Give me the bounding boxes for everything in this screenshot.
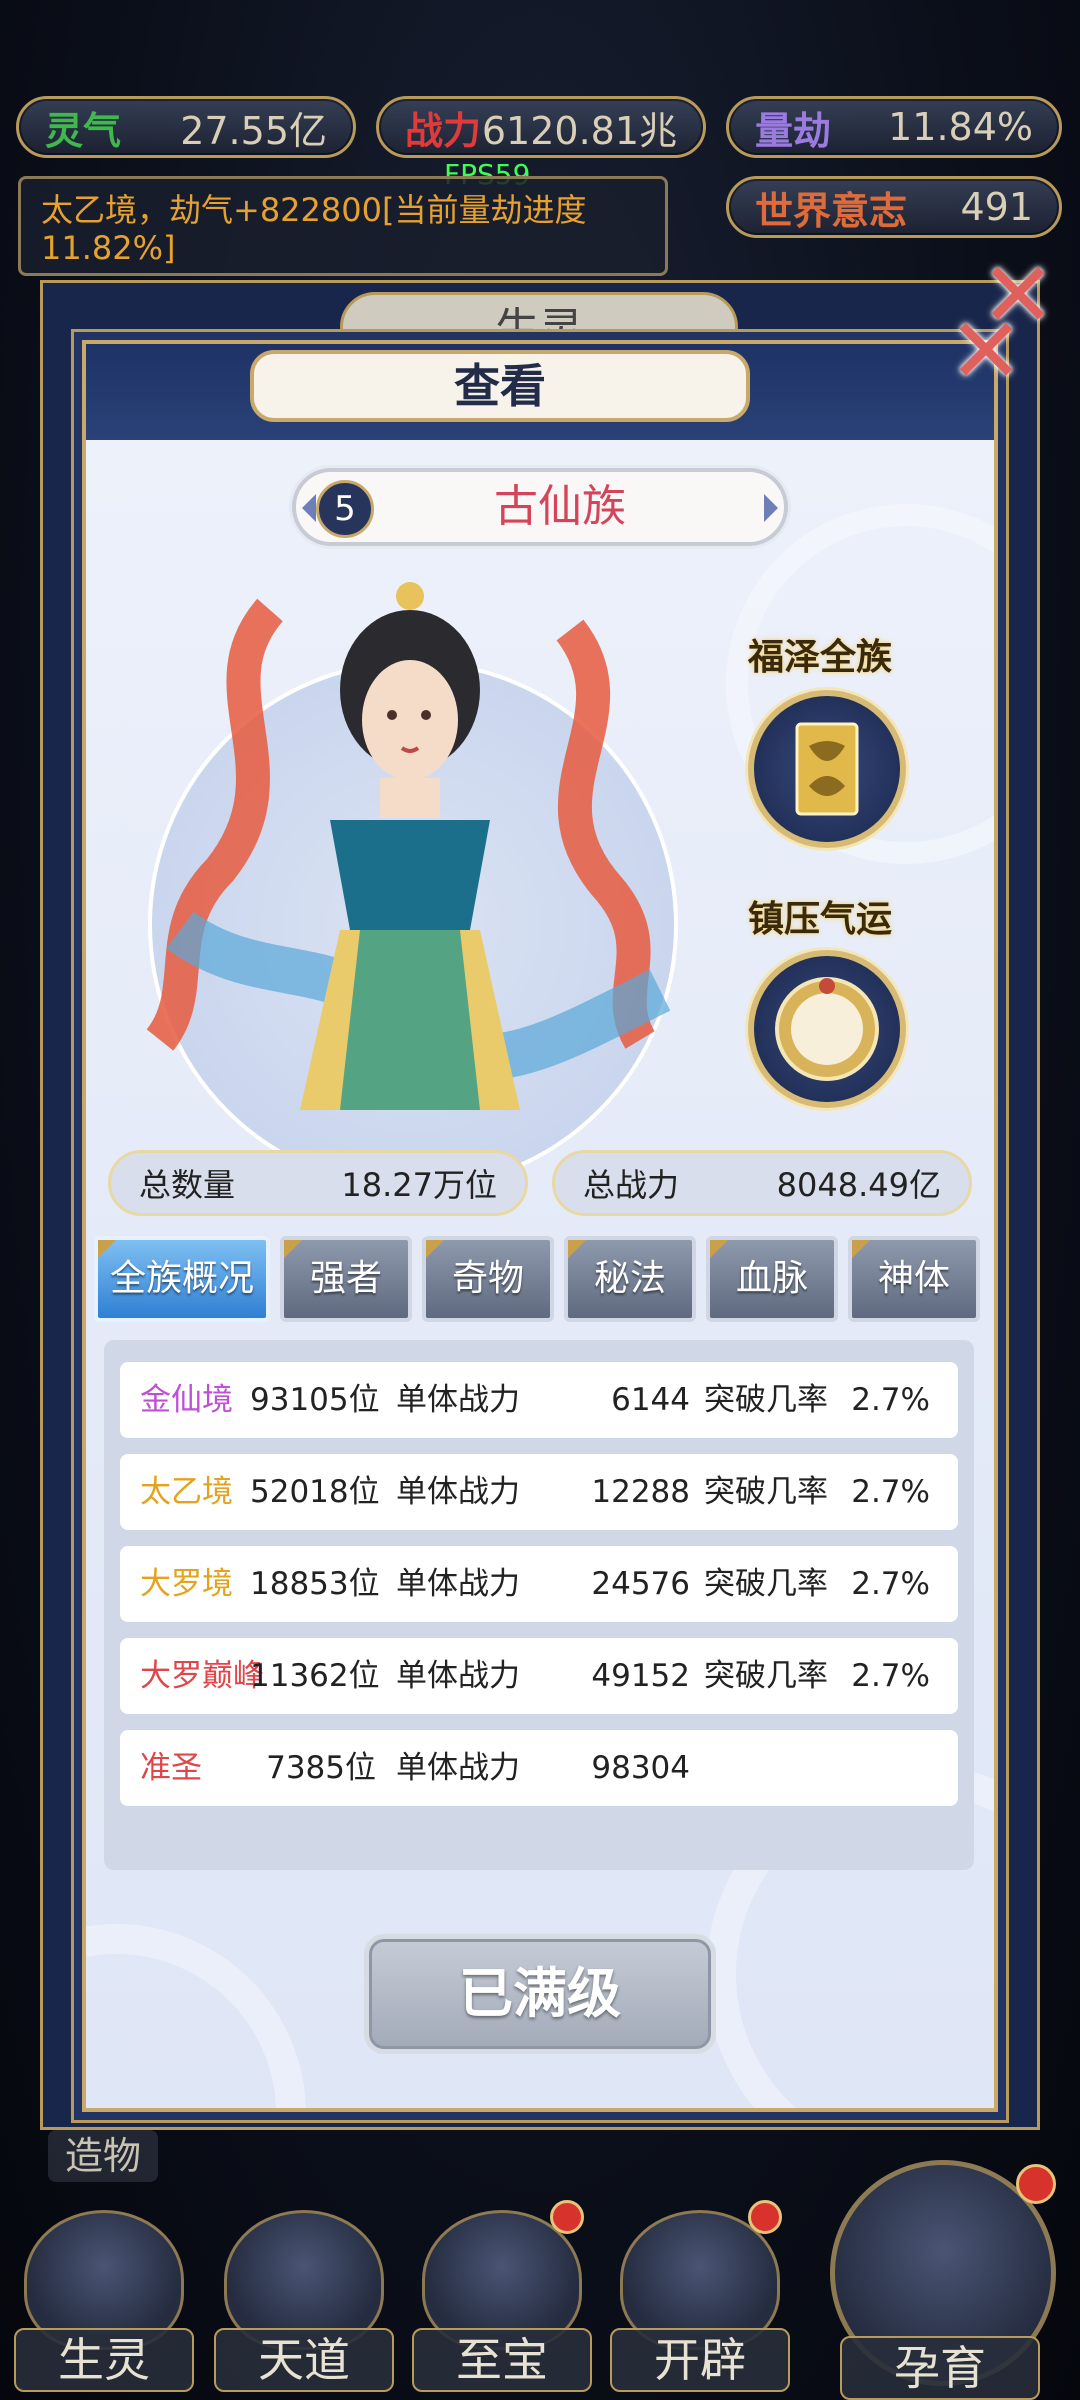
lingqi-stat[interactable]: 灵气 27.55亿 bbox=[16, 96, 356, 158]
buff-label-blessing: 福泽全族 bbox=[748, 636, 893, 678]
prev-arrow-icon[interactable] bbox=[302, 494, 316, 522]
total-power: 总战力 8048.49亿 bbox=[552, 1150, 972, 1216]
nav-label: 孕育 bbox=[840, 2336, 1040, 2400]
shijie-stat[interactable]: 世界意志 491 bbox=[726, 176, 1062, 238]
total-power-value: 8048.49亿 bbox=[776, 1166, 941, 1204]
shijie-label: 世界意志 bbox=[755, 187, 908, 233]
notification-dot bbox=[1016, 2164, 1056, 2204]
table-row: 准圣 7385位 单体战力 98304 bbox=[120, 1730, 958, 1806]
close-dialog-icon[interactable]: ✕ bbox=[940, 306, 1032, 398]
golden-mirror-icon[interactable] bbox=[748, 950, 906, 1108]
dialog-title: 查看 bbox=[250, 350, 750, 422]
total-count: 总数量 18.27万位 bbox=[108, 1150, 528, 1216]
race-number-badge: 5 bbox=[316, 480, 374, 538]
power-value: 49152 bbox=[591, 1658, 690, 1694]
breakthrough-rate: 2.7% bbox=[851, 1382, 930, 1418]
total-power-label: 总战力 bbox=[583, 1166, 680, 1204]
nav-label: 天道 bbox=[214, 2328, 394, 2392]
tab-wonders[interactable]: 奇物 bbox=[422, 1236, 554, 1322]
tab-strongest[interactable]: 强者 bbox=[280, 1236, 412, 1322]
breakthrough-label: 突破几率 bbox=[704, 1474, 828, 1510]
max-level-button[interactable]: 已满级 bbox=[364, 1934, 716, 2054]
cloud-swirl-decoration bbox=[86, 1924, 306, 2108]
nav-tiandao[interactable]: 天道 bbox=[214, 2200, 394, 2400]
nav-kaipi[interactable]: 开辟 bbox=[610, 2200, 790, 2400]
realm-count: 93105位 bbox=[250, 1382, 380, 1418]
liangjie-label: 量劫 bbox=[755, 107, 832, 153]
realm-count: 18853位 bbox=[250, 1566, 380, 1602]
tab-bloodline[interactable]: 血脉 bbox=[706, 1236, 838, 1322]
realm-name: 准圣 bbox=[140, 1750, 202, 1786]
creation-label[interactable]: 造物 bbox=[48, 2130, 158, 2182]
tab-overview[interactable]: 全族概况 bbox=[94, 1236, 270, 1322]
table-row: 大罗巅峰 11362位 单体战力 49152 突破几率 2.7% bbox=[120, 1638, 958, 1714]
nav-label: 生灵 bbox=[14, 2328, 194, 2392]
zhanli-stat[interactable]: 战力 6120.81兆 bbox=[376, 96, 706, 158]
nav-label: 至宝 bbox=[412, 2328, 592, 2392]
liangjie-stat[interactable]: 量劫 11.84% bbox=[726, 96, 1062, 158]
power-value: 24576 bbox=[591, 1566, 690, 1602]
realm-name: 太乙境 bbox=[140, 1474, 233, 1510]
power-label: 单体战力 bbox=[396, 1750, 520, 1786]
power-label: 单体战力 bbox=[396, 1382, 520, 1418]
power-value: 98304 bbox=[591, 1750, 690, 1786]
breakthrough-rate: 2.7% bbox=[851, 1474, 930, 1510]
realm-count: 7385位 bbox=[266, 1750, 376, 1786]
breakthrough-rate: 2.7% bbox=[851, 1566, 930, 1602]
breakthrough-label: 突破几率 bbox=[704, 1382, 828, 1418]
shijie-value: 491 bbox=[960, 185, 1033, 229]
power-value: 6144 bbox=[611, 1382, 690, 1418]
golden-book-icon-art bbox=[795, 722, 859, 816]
liangjie-value: 11.84% bbox=[888, 105, 1033, 149]
tribulation-notice: 太乙境，劫气+822800[当前量劫进度11.82%] bbox=[18, 176, 668, 276]
next-arrow-icon[interactable] bbox=[764, 494, 778, 522]
nav-shengling[interactable]: 生灵 bbox=[14, 2200, 194, 2400]
golden-book-icon[interactable] bbox=[748, 690, 906, 848]
realm-name: 金仙境 bbox=[140, 1382, 233, 1418]
realm-count: 52018位 bbox=[250, 1474, 380, 1510]
nav-yunyu[interactable]: 孕育 bbox=[820, 2150, 1066, 2400]
tab-divine-body[interactable]: 神体 bbox=[848, 1236, 980, 1322]
notification-dot bbox=[550, 2200, 584, 2234]
immortal-maiden-illustration bbox=[146, 582, 671, 1110]
breakthrough-label: 突破几率 bbox=[704, 1566, 828, 1602]
nav-zhibao[interactable]: 至宝 bbox=[412, 2200, 592, 2400]
notification-dot bbox=[748, 2200, 782, 2234]
breakthrough-label: 突破几率 bbox=[704, 1658, 828, 1694]
realm-name: 大罗巅峰 bbox=[140, 1658, 264, 1694]
power-label: 单体战力 bbox=[396, 1474, 520, 1510]
zhanli-value: 6120.81兆 bbox=[481, 108, 677, 153]
breakthrough-rate: 2.7% bbox=[851, 1658, 930, 1694]
lingqi-value: 27.55亿 bbox=[180, 108, 327, 153]
tab-secret-arts[interactable]: 秘法 bbox=[564, 1236, 696, 1322]
buff-label-suppress: 镇压气运 bbox=[748, 898, 893, 940]
race-selector[interactable]: 5 古仙族 bbox=[292, 468, 788, 546]
zhanli-label: 战力 bbox=[405, 107, 482, 153]
power-value: 12288 bbox=[591, 1474, 690, 1510]
power-label: 单体战力 bbox=[396, 1658, 520, 1694]
realm-name: 大罗境 bbox=[140, 1566, 233, 1602]
nav-label: 开辟 bbox=[610, 2328, 790, 2392]
table-row: 太乙境 52018位 单体战力 12288 突破几率 2.7% bbox=[120, 1454, 958, 1530]
race-name: 古仙族 bbox=[494, 481, 626, 532]
table-row: 大罗境 18853位 单体战力 24576 突破几率 2.7% bbox=[120, 1546, 958, 1622]
total-count-value: 18.27万位 bbox=[341, 1166, 497, 1204]
power-label: 单体战力 bbox=[396, 1566, 520, 1602]
total-count-label: 总数量 bbox=[139, 1166, 236, 1204]
lingqi-label: 灵气 bbox=[45, 107, 122, 153]
table-row: 金仙境 93105位 单体战力 6144 突破几率 2.7% bbox=[120, 1362, 958, 1438]
realm-count: 11362位 bbox=[250, 1658, 380, 1694]
golden-mirror-icon-art bbox=[775, 977, 879, 1081]
